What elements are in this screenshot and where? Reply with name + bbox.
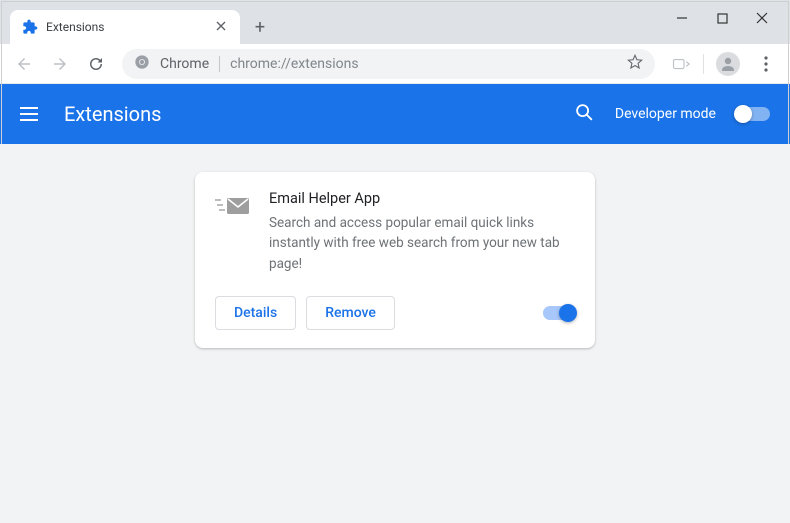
url-scheme-label: Chrome	[160, 56, 209, 72]
close-window-button[interactable]	[756, 12, 768, 24]
toolbar-separator	[703, 54, 704, 74]
developer-mode-label: Developer mode	[615, 106, 716, 122]
extension-enable-toggle[interactable]	[543, 306, 575, 320]
url-text: chrome://extensions	[230, 56, 358, 72]
page-title: Extensions	[64, 102, 161, 126]
tab-title: Extensions	[46, 20, 214, 34]
extensions-header: Extensions Developer mode	[0, 84, 790, 144]
chrome-icon	[134, 54, 150, 74]
bookmark-star-icon[interactable]	[627, 54, 643, 74]
details-button[interactable]: Details	[215, 296, 296, 330]
address-bar[interactable]: Chrome chrome://extensions	[122, 49, 655, 79]
reload-button[interactable]	[80, 48, 112, 80]
browser-tab[interactable]: Extensions	[10, 10, 240, 44]
extension-name: Email Helper App	[269, 190, 575, 207]
extension-email-icon	[215, 194, 251, 218]
back-button[interactable]	[8, 48, 40, 80]
content-area: Email Helper App Search and access popul…	[0, 144, 790, 523]
search-icon[interactable]	[573, 101, 595, 127]
maximize-button[interactable]	[716, 12, 728, 24]
profile-avatar[interactable]	[716, 52, 740, 76]
hamburger-menu-button[interactable]	[20, 102, 44, 126]
extension-description: Search and access popular email quick li…	[269, 213, 575, 274]
remove-button[interactable]: Remove	[306, 296, 395, 330]
tab-strip: Extensions +	[0, 0, 790, 44]
tab-close-button[interactable]	[214, 17, 228, 37]
developer-mode-toggle[interactable]	[736, 107, 770, 121]
omnibox-separator	[219, 56, 220, 72]
extensions-favicon	[22, 19, 38, 35]
kebab-menu-button[interactable]	[750, 48, 782, 80]
extension-card: Email Helper App Search and access popul…	[195, 172, 595, 348]
minimize-button[interactable]	[676, 12, 688, 24]
reader-icon[interactable]	[665, 48, 697, 80]
toolbar: Chrome chrome://extensions	[0, 44, 790, 84]
new-tab-button[interactable]: +	[246, 13, 274, 41]
forward-button[interactable]	[44, 48, 76, 80]
